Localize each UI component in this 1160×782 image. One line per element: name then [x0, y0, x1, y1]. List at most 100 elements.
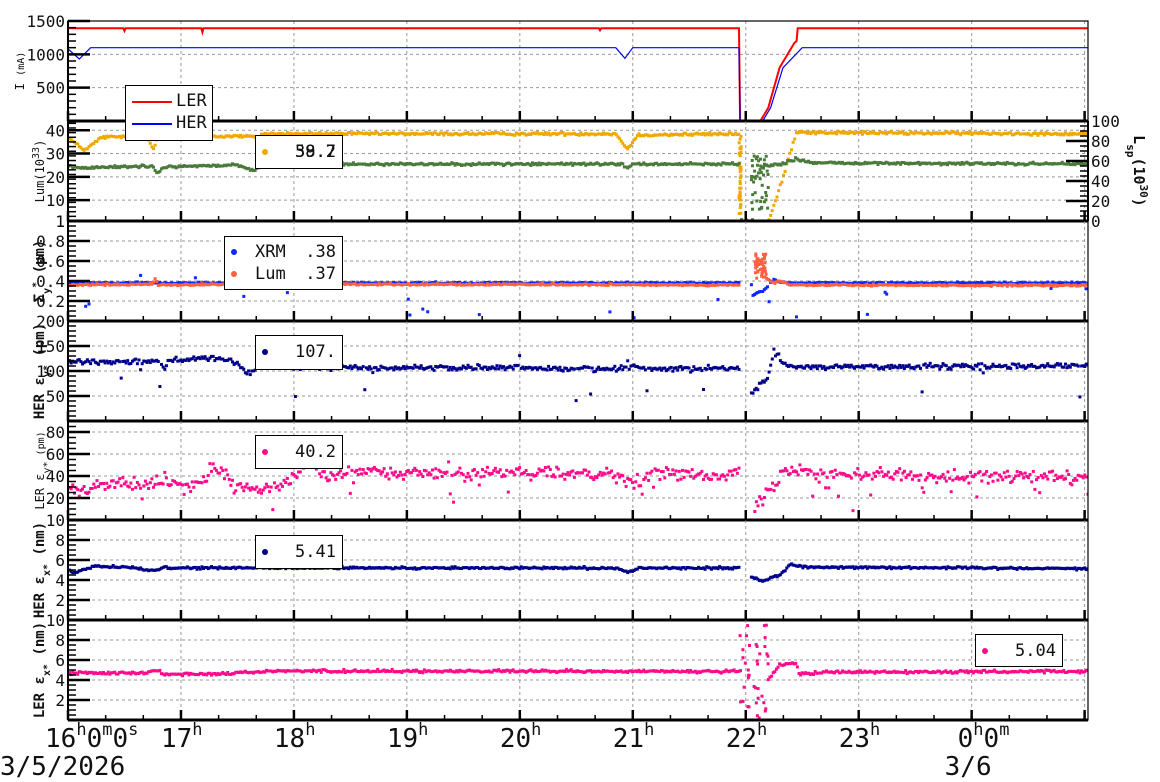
data-point-lsp	[152, 165, 155, 169]
data-point-ler-emittance-y	[595, 476, 599, 480]
data-point-ler-emittance-y	[941, 472, 945, 476]
data-point-ler-emittance-y	[506, 490, 510, 494]
data-point-her-emittance-y	[237, 363, 241, 367]
data-point-her-emittance-y	[690, 369, 694, 373]
data-point-ler-emittance-y	[284, 481, 288, 484]
data-point-ler-emittance-y	[418, 470, 422, 474]
data-point-her-emittance-y	[377, 368, 381, 372]
data-point-ler-emittance-y	[640, 492, 644, 496]
data-point-ler-emittance-y	[671, 468, 675, 472]
data-point-ler-emittance-y	[450, 473, 454, 477]
data-point-ler-emittance-y	[255, 485, 259, 489]
data-point-ler-emittance-y	[978, 470, 982, 474]
data-point-lsp	[621, 162, 625, 166]
data-point-her-emittance-y	[363, 388, 367, 392]
data-point-ler-emittance-y	[298, 470, 302, 474]
data-point-ler-emittance-y	[352, 481, 355, 485]
data-point-ler-emittance-y	[182, 492, 186, 496]
data-point-her-emittance-y	[474, 367, 478, 371]
data-point-ler-emittance-y	[903, 469, 906, 473]
data-point-ler-emittance-y	[484, 470, 488, 474]
data-point-ler-emittance-y	[969, 470, 972, 474]
data-point-ler-emittance-y	[806, 472, 810, 476]
data-point-lum	[618, 136, 622, 140]
data-point-ler-emittance-y	[1030, 480, 1034, 484]
data-point-ler-emittance-y	[814, 477, 818, 481]
data-point-her-emittance-x	[783, 569, 787, 573]
data-point-ler-emittance-y	[452, 500, 455, 504]
data-point-lum	[152, 147, 155, 151]
data-point-her-emittance-y	[886, 364, 890, 368]
data-point-ler-emittance-y	[935, 481, 939, 485]
y-tick-label-right: 0	[1091, 212, 1101, 231]
data-point-lum	[739, 186, 743, 190]
y-axis-label-part: Σ	[32, 294, 48, 302]
data-point-ler-emittance-y	[920, 486, 924, 490]
data-point-ler-emittance-y	[1028, 473, 1032, 477]
data-point-ler-emittance-y	[1033, 487, 1037, 491]
data-point-ler-emittance-y	[424, 469, 428, 473]
data-point-ler-emittance-y	[214, 468, 218, 472]
data-point-her-emittance-y	[460, 367, 463, 371]
y-axis-label-part: Lum(10	[33, 159, 47, 202]
data-point-ler-emittance-y	[718, 477, 722, 481]
data-point-lum	[1043, 133, 1046, 137]
data-point-lum	[739, 175, 743, 179]
data-point-ler-emittance-y	[545, 474, 549, 478]
data-point-ler-emittance-y	[1075, 478, 1079, 482]
data-point-ler-emittance-y	[1067, 473, 1071, 476]
y-axis-label-part: y*	[42, 461, 53, 473]
data-point-xrm	[84, 304, 88, 308]
data-point-lsp	[760, 183, 764, 187]
data-point-her-emittance-y	[411, 366, 415, 370]
right-axis-label-part: 30	[1138, 185, 1151, 198]
data-point-xrm	[885, 292, 889, 296]
data-point-ler-emittance-y	[192, 485, 196, 489]
data-point-ler-emittance-y	[632, 486, 636, 490]
data-point-lsp	[760, 196, 764, 200]
data-point-ler-emittance-y	[898, 467, 902, 471]
data-point-ler-emittance-y	[561, 472, 565, 476]
data-point-ler-emittance-y	[714, 473, 718, 477]
data-point-ler-emittance-y	[153, 482, 157, 486]
data-point-ler-emittance-y	[243, 485, 247, 489]
data-point-ler-emittance-y	[624, 484, 628, 488]
data-point-ler-emittance-y	[119, 484, 123, 488]
data-point-lum	[788, 151, 792, 155]
data-point-xrm	[406, 297, 410, 301]
data-point-ler-emittance-y	[147, 487, 151, 490]
data-point-lum	[755, 263, 759, 267]
data-point-ler-emittance-y	[687, 470, 691, 474]
data-point-ler-emittance-y	[885, 473, 889, 477]
data-point-ler-emittance-y	[271, 508, 275, 512]
data-point-ler-emittance-y	[124, 480, 128, 484]
data-point-ler-emittance-y	[200, 481, 204, 485]
data-point-ler-emittance-y	[771, 481, 774, 485]
data-point-ler-emittance-y	[785, 469, 789, 473]
data-point-xrm	[749, 283, 753, 287]
data-point-lum	[769, 213, 773, 217]
data-point-lum	[152, 280, 155, 284]
data-point-lum	[790, 148, 793, 152]
data-point-ler-emittance-y	[322, 470, 326, 474]
data-point-lum	[756, 258, 760, 262]
data-point-ler-emittance-y	[466, 471, 470, 475]
data-point-ler-emittance-y	[118, 477, 122, 481]
data-point-ler-emittance-y	[724, 478, 728, 482]
data-point-ler-emittance-y	[211, 462, 215, 466]
data-point-lum	[754, 252, 758, 256]
data-point-xrm	[139, 273, 143, 277]
data-point-ler-emittance-y	[1065, 469, 1069, 473]
data-point-lum	[763, 261, 767, 265]
data-point-ler-emittance-y	[189, 490, 193, 493]
data-point-ler-emittance-y	[498, 468, 502, 472]
data-point-lum	[634, 136, 638, 140]
data-point-her-emittance-y	[679, 365, 683, 368]
data-point-ler-emittance-y	[837, 494, 840, 498]
data-point-her-emittance-y	[156, 360, 160, 363]
y-tick-label: 20	[46, 168, 65, 187]
data-point-her-emittance-y	[627, 367, 631, 371]
data-point-ler-emittance-y	[735, 471, 739, 475]
data-point-ler-emittance-y	[896, 470, 900, 474]
data-point-ler-emittance-y	[710, 477, 713, 481]
